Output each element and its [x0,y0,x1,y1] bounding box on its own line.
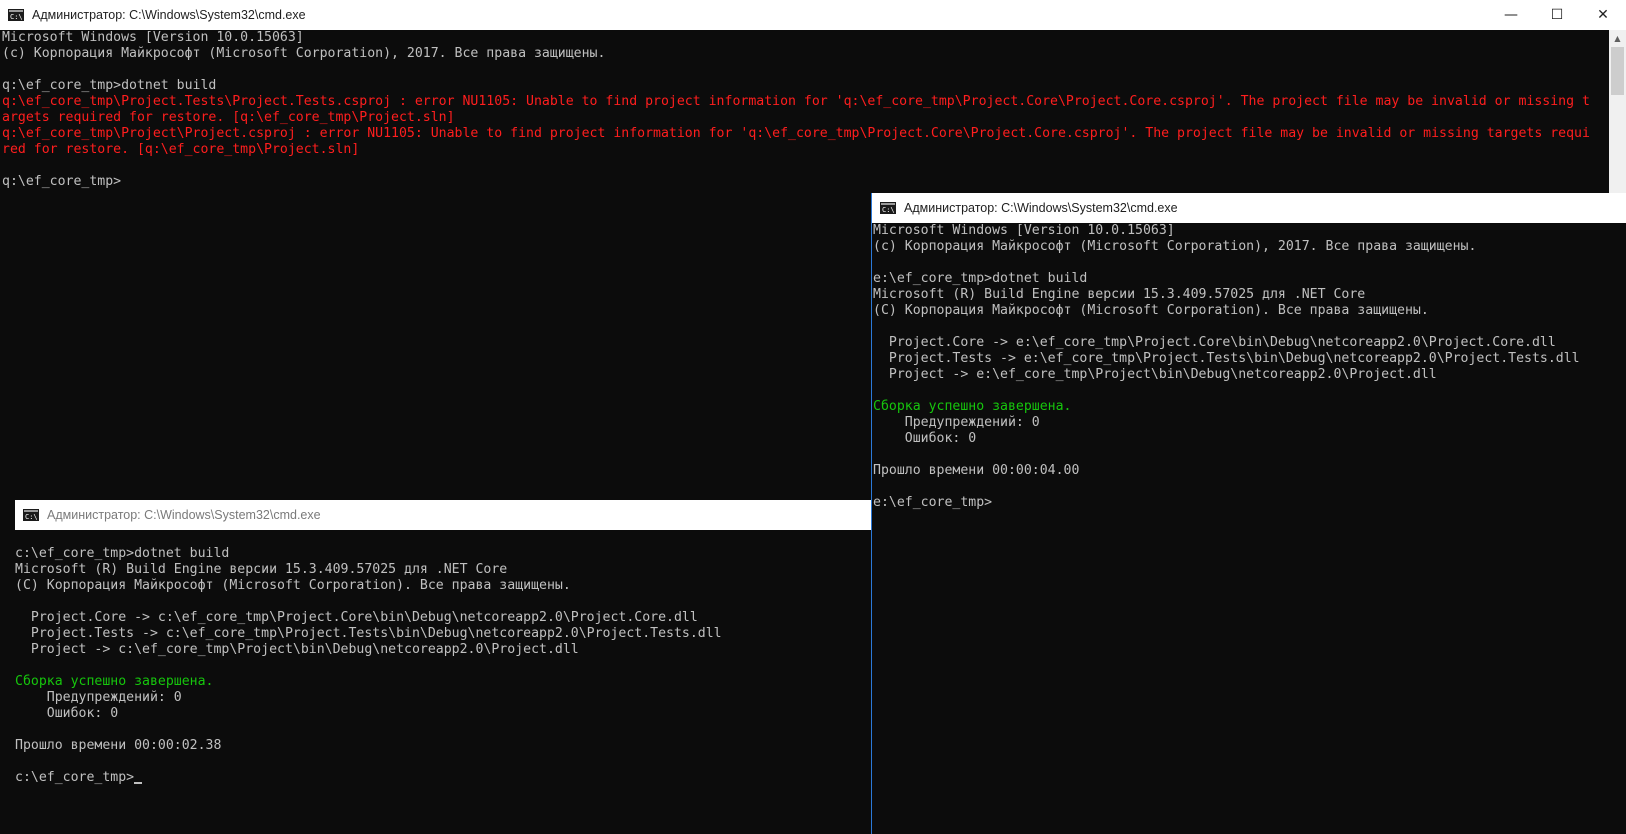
cmd-window-c[interactable]: C:\ Администратор: C:\Windows\System32\c… [15,500,872,834]
scroll-up-icon[interactable]: ▲ [1609,30,1626,47]
console-line: Project.Tests -> e:\ef_core_tmp\Project.… [873,351,1580,366]
console-line: q:\ef_core_tmp\Project\Project.csproj : … [2,126,1590,141]
scroll-thumb[interactable] [1611,47,1624,95]
console-line: Предупреждений: 0 [873,415,1040,430]
console-line: Прошло времени 00:00:04.00 [873,463,1080,478]
console-line: Ошибок: 0 [873,431,977,446]
console-line: e:\ef_core_tmp> [873,495,993,510]
cmd-window-e[interactable]: C:\ Администратор: C:\Windows\System32\c… [871,193,1626,834]
console-line: Project -> c:\ef_core_tmp\Project\bin\De… [15,642,579,657]
svg-text:C:\: C:\ [882,206,895,214]
minimize-button[interactable]: — [1488,0,1534,30]
console-line: Предупреждений: 0 [15,690,182,705]
console-line: Microsoft (R) Build Engine версии 15.3.4… [873,287,1366,302]
title-bar[interactable]: C:\ Администратор: C:\Windows\System32\c… [0,0,1626,30]
console-line: e:\ef_core_tmp>dotnet build [873,271,1088,286]
console-line: Project -> e:\ef_core_tmp\Project\bin\De… [873,367,1437,382]
console-line: Сборка успешно завершена. [15,674,214,689]
window-title: Администратор: C:\Windows\System32\cmd.e… [32,8,306,22]
console-line: (C) Корпорация Майкрософт (Microsoft Cor… [15,578,571,593]
console-line: q:\ef_core_tmp>dotnet build [2,78,217,93]
svg-text:C:\: C:\ [10,13,23,21]
console-line: (c) Корпорация Майкрософт (Microsoft Cor… [873,239,1477,254]
console-line: Прошло времени 00:00:02.38 [15,738,222,753]
title-bar[interactable]: C:\ Администратор: C:\Windows\System32\c… [15,500,872,530]
console-line: argets required for restore. [q:\ef_core… [2,110,455,125]
close-button[interactable]: ✕ [1580,0,1626,30]
cmd-icon: C:\ [8,9,24,21]
console-output[interactable]: c:\ef_core_tmp>dotnet build Microsoft (R)… [15,530,872,834]
console-line: (c) Корпорация Майкрософт (Microsoft Cor… [2,46,606,61]
svg-text:C:\: C:\ [25,513,38,521]
maximize-button[interactable]: ☐ [1534,0,1580,30]
console-line: Microsoft (R) Build Engine версии 15.3.4… [15,562,508,577]
text-cursor [134,782,143,784]
console-line: Сборка успешно завершена. [873,399,1072,414]
cmd-icon: C:\ [23,509,39,521]
console-line: c:\ef_core_tmp>dotnet build [15,546,230,561]
window-title: Администратор: C:\Windows\System32\cmd.e… [904,201,1178,215]
cmd-icon: C:\ [880,202,896,214]
console-line: red for restore. [q:\ef_core_tmp\Project… [2,142,360,157]
console-line: Project.Tests -> c:\ef_core_tmp\Project.… [15,626,722,641]
console-line: Ошибок: 0 [15,706,119,721]
window-title: Администратор: C:\Windows\System32\cmd.e… [47,508,321,522]
title-bar[interactable]: C:\ Администратор: C:\Windows\System32\c… [872,193,1626,223]
console-line: Project.Core -> e:\ef_core_tmp\Project.C… [873,335,1556,350]
console-line: c:\ef_core_tmp> [15,770,872,786]
console-line: q:\ef_core_tmp\Project.Tests\Project.Tes… [2,94,1590,109]
console-line: Microsoft Windows [Version 10.0.15063] [2,30,304,45]
console-line: Microsoft Windows [Version 10.0.15063] [873,223,1175,238]
console-line: Project.Core -> c:\ef_core_tmp\Project.C… [15,610,698,625]
console-output[interactable]: Microsoft Windows [Version 10.0.15063] (c… [872,223,1626,834]
console-line: (C) Корпорация Майкрософт (Microsoft Cor… [873,303,1429,318]
console-line: q:\ef_core_tmp> [2,174,122,189]
